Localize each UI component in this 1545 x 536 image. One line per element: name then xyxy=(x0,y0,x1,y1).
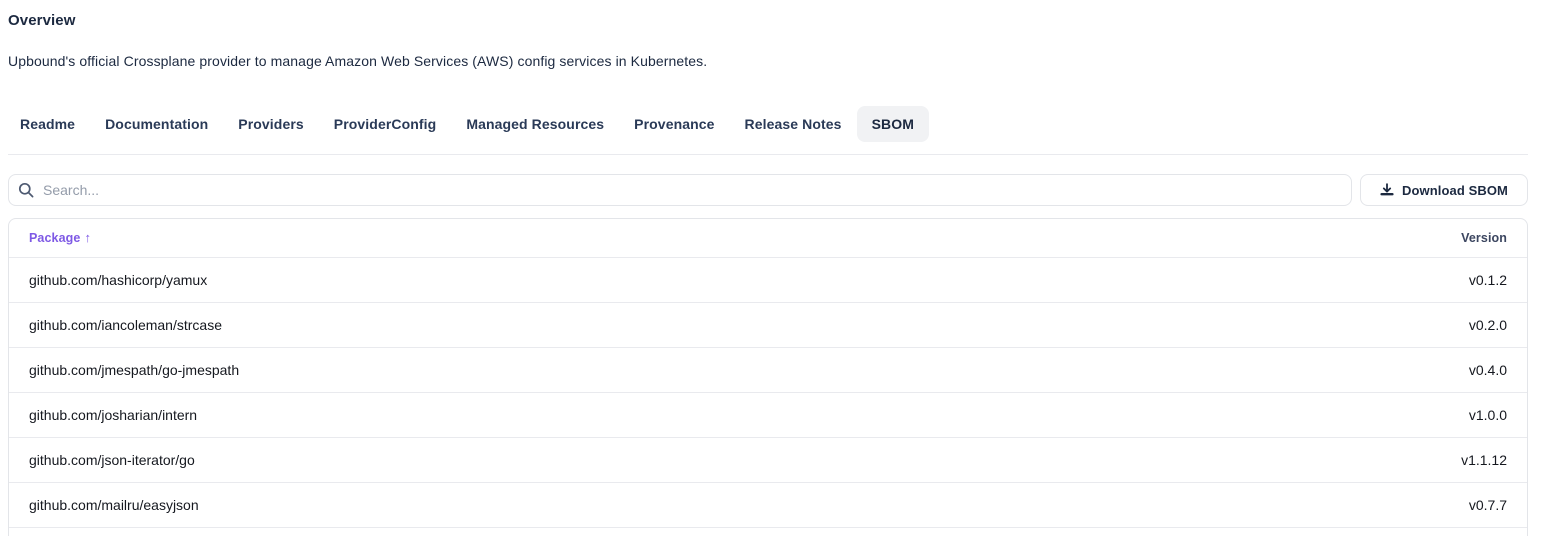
package-cell: github.com/jmespath/go-jmespath xyxy=(9,347,1139,392)
table-row: github.com/mailru/easyjsonv0.7.7 xyxy=(9,482,1527,527)
table-row-partial xyxy=(9,527,1527,536)
tab-release-notes[interactable]: Release Notes xyxy=(730,106,857,142)
table-row: github.com/josharian/internv1.0.0 xyxy=(9,392,1527,437)
tab-sbom[interactable]: SBOM xyxy=(857,106,929,142)
sbom-toolbar: Download SBOM xyxy=(8,174,1528,206)
version-cell: v0.2.0 xyxy=(1139,302,1527,347)
tab-providers[interactable]: Providers xyxy=(223,106,319,142)
search-input[interactable] xyxy=(8,174,1352,206)
version-cell: v0.7.7 xyxy=(1139,482,1527,527)
table-row: github.com/hashicorp/yamuxv0.1.2 xyxy=(9,257,1527,302)
sbom-table-body: github.com/hashicorp/yamuxv0.1.2github.c… xyxy=(9,257,1527,536)
table-row: github.com/jmespath/go-jmespathv0.4.0 xyxy=(9,347,1527,392)
download-icon xyxy=(1380,183,1394,197)
tab-provenance[interactable]: Provenance xyxy=(619,106,729,142)
tab-readme[interactable]: Readme xyxy=(5,106,90,142)
download-sbom-label: Download SBOM xyxy=(1402,183,1508,198)
search-field-wrapper xyxy=(8,174,1352,206)
version-column-label: Version xyxy=(1461,231,1507,245)
download-sbom-button[interactable]: Download SBOM xyxy=(1360,174,1528,206)
page-title: Overview xyxy=(8,12,1528,29)
tab-managed-resources[interactable]: Managed Resources xyxy=(451,106,619,142)
version-cell: v1.0.0 xyxy=(1139,392,1527,437)
page-description: Upbound's official Crossplane provider t… xyxy=(8,53,1528,69)
column-header-version[interactable]: Version xyxy=(1139,219,1527,257)
partial-cell xyxy=(9,527,1527,536)
package-cell: github.com/iancoleman/strcase xyxy=(9,302,1139,347)
sbom-table: Package ↑ Version github.com/hashicorp/ya… xyxy=(9,219,1527,536)
table-header-row: Package ↑ Version xyxy=(9,219,1527,257)
package-cell: github.com/hashicorp/yamux xyxy=(9,257,1139,302)
page-content: Overview Upbound's official Crossplane p… xyxy=(0,12,1536,536)
table-row: github.com/json-iterator/gov1.1.12 xyxy=(9,437,1527,482)
package-cell: github.com/josharian/intern xyxy=(9,392,1139,437)
tab-bar-divider xyxy=(8,154,1528,155)
tab-bar: ReadmeDocumentationProvidersProviderConf… xyxy=(5,106,1528,142)
tab-providerconfig[interactable]: ProviderConfig xyxy=(319,106,452,142)
sbom-table-card: Package ↑ Version github.com/hashicorp/ya… xyxy=(8,218,1528,536)
sort-ascending-icon: ↑ xyxy=(84,230,91,245)
version-cell: v1.1.12 xyxy=(1139,437,1527,482)
tab-documentation[interactable]: Documentation xyxy=(90,106,223,142)
version-cell: v0.4.0 xyxy=(1139,347,1527,392)
package-column-label: Package xyxy=(29,231,80,245)
package-cell: github.com/mailru/easyjson xyxy=(9,482,1139,527)
column-header-package[interactable]: Package ↑ xyxy=(9,219,1139,257)
table-row: github.com/iancoleman/strcasev0.2.0 xyxy=(9,302,1527,347)
version-cell: v0.1.2 xyxy=(1139,257,1527,302)
package-cell: github.com/json-iterator/go xyxy=(9,437,1139,482)
